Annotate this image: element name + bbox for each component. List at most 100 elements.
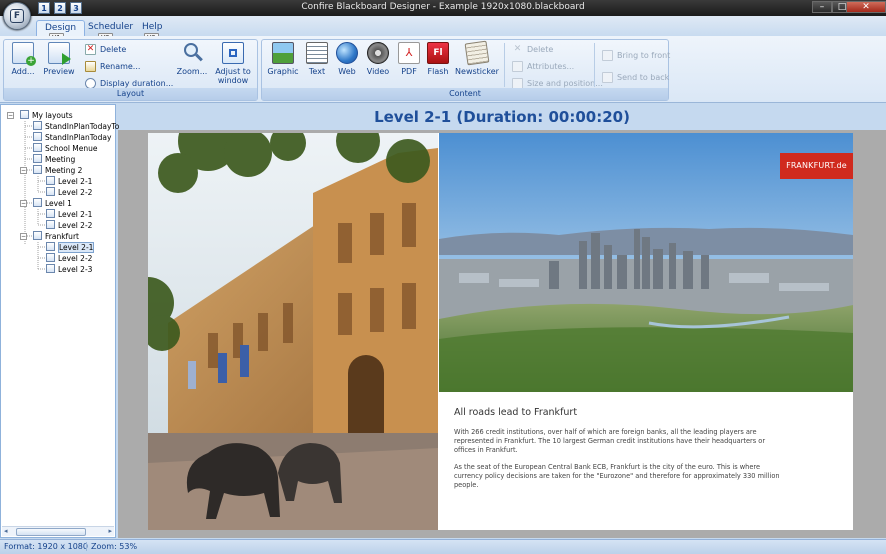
bring-to-front-button[interactable]: Bring to front <box>602 49 670 62</box>
content-group-label: Content <box>262 88 668 100</box>
tree-root[interactable]: − My layouts <box>7 110 73 121</box>
page-icon <box>46 187 55 196</box>
quick-access-1[interactable]: 1 <box>38 2 50 14</box>
tree-item[interactable]: Level 2-2 <box>46 187 92 198</box>
attributes-button[interactable]: Attributes... <box>512 60 574 73</box>
graphic-button[interactable]: Graphic <box>267 42 299 76</box>
ribbon: + Add... Preview ✕ Delete Rename... Displ… <box>0 36 886 103</box>
magnifier-icon <box>181 42 203 64</box>
quick-access-2[interactable]: 2 <box>54 2 66 14</box>
pdf-button[interactable]: ⅄ PDF <box>395 42 423 76</box>
tree-item-selected[interactable]: Level 2-1 <box>46 242 95 253</box>
newsticker-label: Newsticker <box>455 67 499 76</box>
attributes-label: Attributes... <box>527 62 575 71</box>
page-icon <box>46 253 55 262</box>
add-button[interactable]: + Add... <box>8 42 38 76</box>
scroll-left-icon[interactable]: ◂ <box>4 527 8 535</box>
zoom-button[interactable]: Zoom... <box>175 42 209 76</box>
page-icon <box>33 132 42 141</box>
tree-item-label: Level 2-2 <box>58 221 93 230</box>
ribbon-tabs: Design Scheduler Help <box>0 16 886 36</box>
stock-exchange-photo[interactable] <box>148 133 438 530</box>
folder-icon <box>20 110 29 119</box>
page-icon <box>33 198 42 207</box>
globe-icon <box>336 42 358 64</box>
tree-item[interactable]: Level 2-2 <box>46 220 92 231</box>
tree-item-label: Level 1 <box>45 199 72 208</box>
flash-label: Flash <box>427 67 449 76</box>
quick-access-3[interactable]: 3 <box>70 2 82 14</box>
page-icon <box>33 121 42 130</box>
send-to-back-button[interactable]: Send to back <box>602 71 669 84</box>
design-canvas[interactable]: FRANKFURT.de All roads lead to Frankfurt… <box>118 130 886 538</box>
layout-title: Level 2-1 (Duration: 00:00:20) <box>374 108 630 126</box>
text-label: Text <box>308 67 326 76</box>
web-button[interactable]: Web <box>333 42 361 76</box>
preview-icon <box>48 42 71 65</box>
rename-label: Rename... <box>100 62 141 71</box>
stock-exchange-image <box>148 133 438 530</box>
delete-icon: ✕ <box>513 44 522 54</box>
page-icon <box>46 264 55 273</box>
flash-button[interactable]: Fl Flash <box>424 42 452 76</box>
frankfurt-skyline-photo[interactable]: FRANKFURT.de <box>439 133 853 392</box>
page-icon <box>33 154 42 163</box>
tree-item-label: StandInPlanToday <box>45 133 112 142</box>
newsticker-button[interactable]: Newsticker <box>455 40 499 76</box>
text-button[interactable]: Text <box>303 42 331 76</box>
attributes-icon <box>512 61 523 72</box>
film-reel-icon <box>367 42 389 64</box>
horizontal-scrollbar[interactable]: ◂ ▸ <box>2 526 114 536</box>
add-label: Add... <box>11 67 35 76</box>
newspaper-icon <box>464 40 490 66</box>
tree-item-label: Level 2-1 <box>58 177 93 186</box>
separator <box>594 43 595 87</box>
collapse-icon[interactable]: − <box>20 167 27 174</box>
collapse-icon[interactable]: − <box>20 233 27 240</box>
tree-item-label: StandInPlanTodayTo <box>45 122 120 131</box>
tree-item[interactable]: StandInPlanTodayTo <box>33 121 119 132</box>
tree-item[interactable]: − Level 1 <box>20 198 72 209</box>
tree-item-label: Level 2-2 <box>58 188 93 197</box>
page-icon <box>33 231 42 240</box>
send-to-back-icon <box>602 72 613 83</box>
close-button[interactable]: ✕ <box>846 1 886 13</box>
status-format: Format: 1920 x 1080 <box>4 542 88 551</box>
collapse-icon[interactable]: − <box>7 112 14 119</box>
tree-item[interactable]: Level 2-1 <box>46 209 92 220</box>
delete-content-button[interactable]: ✕ Delete <box>512 43 554 56</box>
tree-item[interactable]: Level 2-2 <box>46 253 92 264</box>
tree-item[interactable]: StandInPlanToday <box>33 132 111 143</box>
frankfurt-logo: FRANKFURT.de <box>780 153 853 179</box>
tree-item[interactable]: − Meeting 2 <box>20 165 82 176</box>
video-button[interactable]: Video <box>363 42 393 76</box>
layout-group-label: Layout <box>4 88 257 100</box>
article-text-box[interactable]: All roads lead to Frankfurt With 266 cre… <box>454 407 784 498</box>
tree-root-label: My layouts <box>32 111 73 120</box>
flash-icon: Fl <box>427 42 449 64</box>
tree-item[interactable]: School Menue <box>33 143 98 154</box>
delete-layout-button[interactable]: ✕ Delete <box>85 43 126 56</box>
graphic-label: Graphic <box>267 67 299 76</box>
tree-item[interactable]: Meeting <box>33 154 75 165</box>
scroll-right-icon[interactable]: ▸ <box>108 527 112 535</box>
page-icon <box>46 176 55 185</box>
article-paragraph: With 266 credit institutions, over half … <box>454 428 766 454</box>
bring-to-front-label: Bring to front <box>617 51 671 60</box>
collapse-icon[interactable]: − <box>20 200 27 207</box>
tree-item[interactable]: − Frankfurt <box>20 231 79 242</box>
tree-item-label: School Menue <box>45 144 98 153</box>
tree-item[interactable]: Level 2-3 <box>46 264 92 275</box>
tree-item[interactable]: Level 2-1 <box>46 176 92 187</box>
article-headline: All roads lead to Frankfurt <box>454 407 578 418</box>
tree-item-label: Frankfurt <box>45 232 79 241</box>
preview-button[interactable]: Preview <box>42 42 76 76</box>
app-menu-button[interactable]: F <box>3 2 31 30</box>
scrollbar-thumb[interactable] <box>16 528 86 536</box>
rename-button[interactable]: Rename... <box>85 60 140 73</box>
slide-preview[interactable]: FRANKFURT.de All roads lead to Frankfurt… <box>148 133 853 530</box>
delete-icon: ✕ <box>85 44 96 55</box>
status-zoom: Zoom: 53% <box>86 542 137 551</box>
minimize-button[interactable]: – <box>812 1 832 13</box>
adjust-to-window-button[interactable]: Adjust to window <box>212 42 254 85</box>
